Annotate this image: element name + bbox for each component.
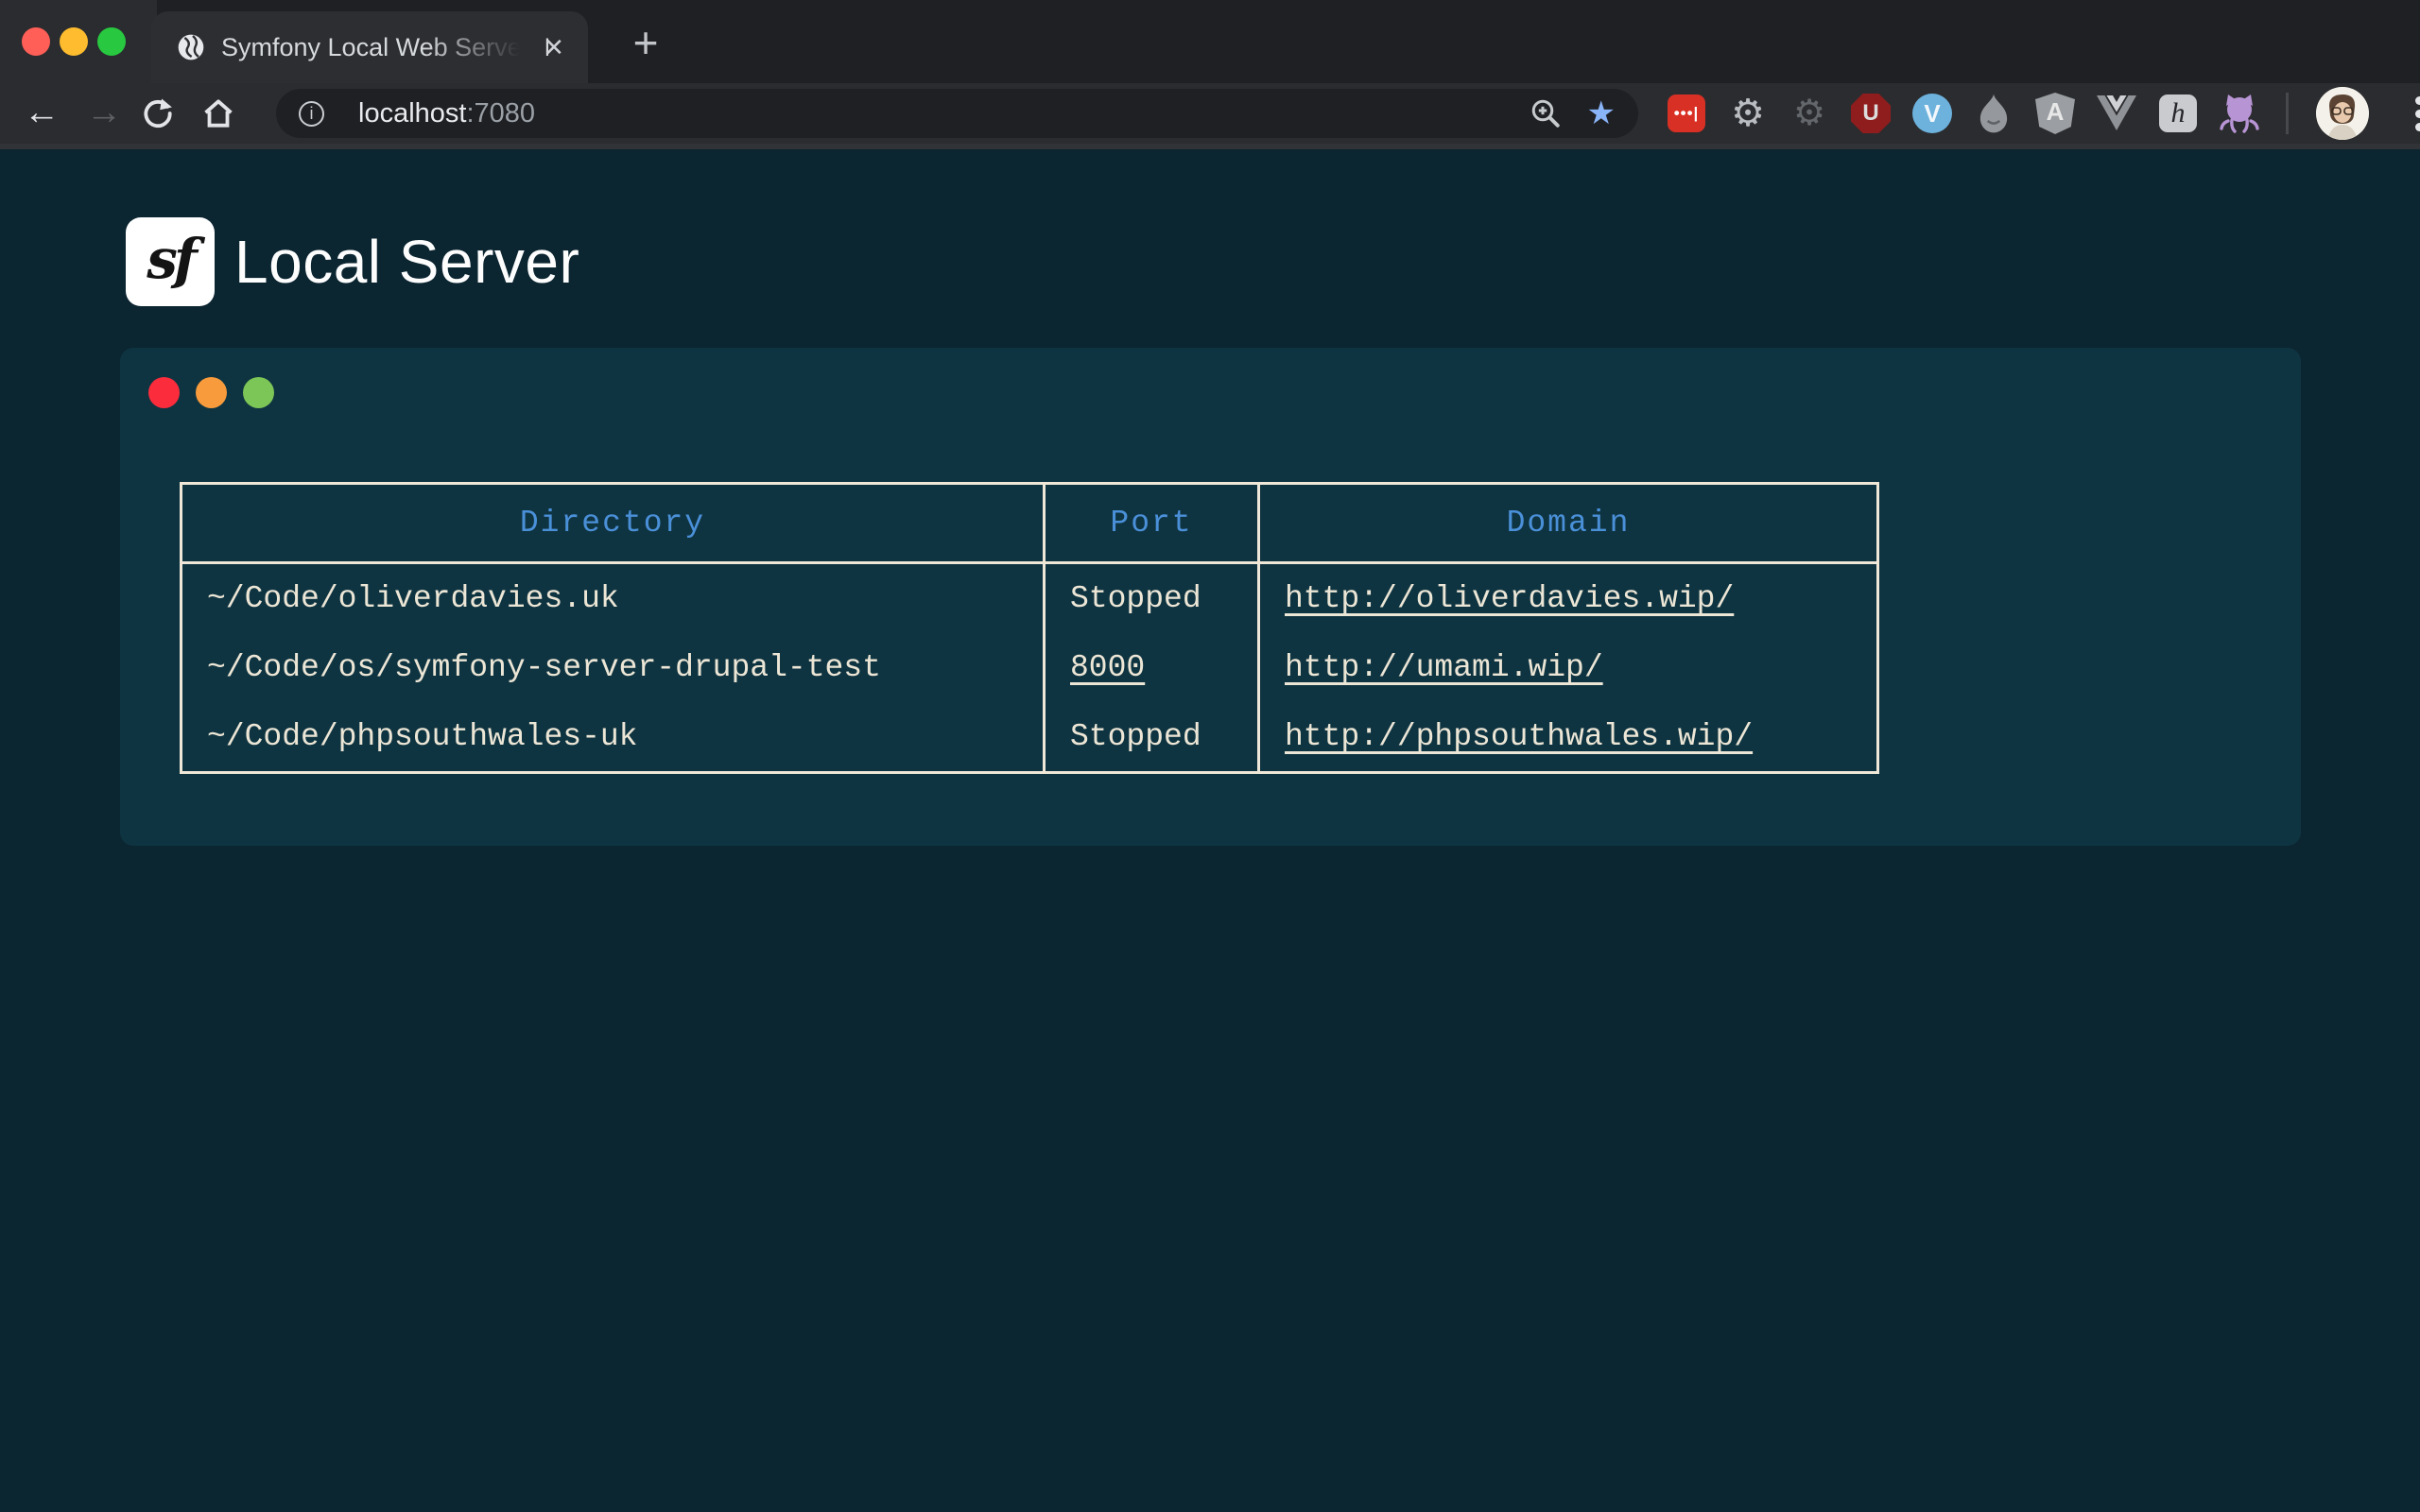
tab-strip: Symfony Local Web Server: Prox ✕ + [0,0,2420,83]
window-zoom-button[interactable] [97,27,126,56]
angular-extension-icon[interactable]: A [2034,93,2076,134]
directory-cell: ~/Code/oliverdavies.uk [182,563,1045,633]
page-title: Local Server [234,217,579,306]
back-icon[interactable]: ← [17,89,66,138]
table-row: ~/Code/phpsouthwales-uk Stopped http://p… [182,703,1878,773]
site-info-icon[interactable]: i [299,101,324,127]
table-header-row: Directory Port Domain [182,484,1878,563]
terminal-panel: Directory Port Domain ~/Code/oliverdavie… [120,348,2301,846]
globe-favicon-icon [176,32,206,62]
servers-table: Directory Port Domain ~/Code/oliverdavie… [180,482,1879,774]
port-link[interactable]: 8000 [1070,650,1145,685]
page-content: sf Local Server Directory Port Domain ~ [0,149,2420,1512]
url-host: localhost [358,98,466,129]
browser-tab[interactable]: Symfony Local Web Server: Prox ✕ [151,11,588,83]
refined-github-extension-icon[interactable] [2219,93,2260,134]
tab-close-icon[interactable]: ✕ [537,30,571,64]
window-minimize-button[interactable] [60,27,88,56]
terminal-red-dot [148,377,180,408]
url-text[interactable]: localhost:7080 [358,98,1529,129]
domain-link[interactable]: http://phpsouthwales.wip/ [1285,719,1753,754]
symfony-logo-glyph: sf [147,227,194,291]
column-header-directory: Directory [182,484,1045,563]
browser-window: Symfony Local Web Server: Prox ✕ + ← → i… [0,0,2420,1512]
domain-link[interactable]: http://umami.wip/ [1285,650,1603,685]
terminal-orange-dot [196,377,227,408]
directory-cell: ~/Code/phpsouthwales-uk [182,703,1045,773]
port-status: Stopped [1045,563,1259,633]
table-row: ~/Code/oliverdavies.uk Stopped http://ol… [182,563,1878,633]
bookmark-star-icon[interactable]: ★ [1587,96,1616,130]
column-header-domain: Domain [1259,484,1878,563]
avatar-illustration [2316,87,2369,140]
tab-title-fade [424,15,537,79]
terminal-green-dot [243,377,274,408]
password-manager-extension-icon[interactable]: •••| [1666,93,1707,134]
forward-icon[interactable]: → [79,89,129,138]
browser-toolbar: ← → i localhost:7080 ★ [0,83,2420,144]
profile-avatar[interactable] [2316,87,2369,140]
ublock-origin-extension-icon[interactable]: U [1850,93,1892,134]
extensions-bar: •••| ⚙ ⚙ U V A h [1666,89,2420,138]
port-status: Stopped [1045,703,1259,773]
drupal-extension-icon[interactable] [1973,93,2014,134]
directory-cell: ~/Code/os/symfony-server-drupal-test [182,633,1045,703]
vue-logo-icon [2097,95,2136,131]
browser-menu-icon[interactable] [2402,92,2420,136]
octocat-icon [2219,93,2260,134]
address-bar[interactable]: i localhost:7080 ★ [276,89,1638,138]
gear-extension-disabled-icon[interactable]: ⚙ [1789,93,1830,134]
toolbar-separator [2286,93,2289,134]
vue-extension-icon[interactable] [2096,93,2137,134]
reload-icon[interactable] [140,89,189,138]
new-tab-button[interactable]: + [619,18,672,71]
vimium-extension-icon[interactable]: V [1911,93,1953,134]
home-icon[interactable] [200,89,250,138]
window-close-button[interactable] [22,27,50,56]
zoom-page-icon[interactable] [1529,96,1563,130]
column-header-port: Port [1045,484,1259,563]
hound-extension-icon[interactable]: h [2157,93,2199,134]
drupal-droplet-icon [1976,93,2012,134]
url-port: :7080 [466,98,535,129]
gear-extension-icon[interactable]: ⚙ [1727,93,1769,134]
symfony-logo: sf [126,217,215,306]
table-row: ~/Code/os/symfony-server-drupal-test 800… [182,633,1878,703]
domain-link[interactable]: http://oliverdavies.wip/ [1285,581,1734,616]
